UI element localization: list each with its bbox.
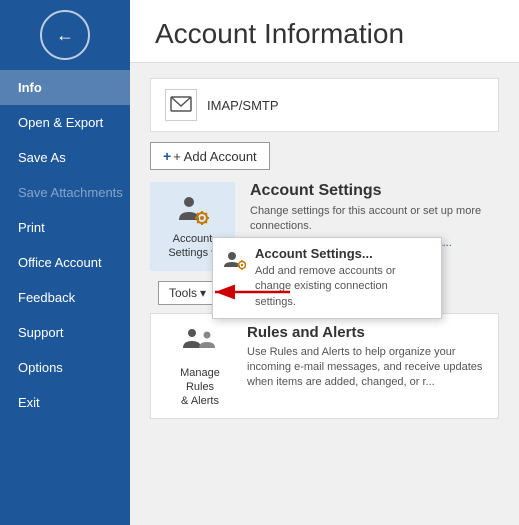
sidebar-item-exit[interactable]: Exit xyxy=(0,385,130,420)
sidebar-item-save-attachments: Save Attachments xyxy=(0,175,130,210)
sidebar-item-options[interactable]: Options xyxy=(0,350,130,385)
add-icon: + xyxy=(163,148,171,164)
sidebar-item-open-export[interactable]: Open & Export xyxy=(0,105,130,140)
sidebar-item-feedback[interactable]: Feedback xyxy=(0,280,130,315)
dropdown-title: Account Settings... xyxy=(255,246,431,261)
account-settings-section: AccountSettings ▾ Account Settings Chang… xyxy=(150,182,499,271)
rules-text: Rules and Alerts Use Rules and Alerts to… xyxy=(247,324,484,391)
back-icon: ← xyxy=(56,25,74,46)
account-settings-icon xyxy=(175,192,211,228)
account-settings-btn-label: AccountSettings ▾ xyxy=(168,232,216,261)
page-title: Account Information xyxy=(130,0,519,63)
rules-description: Use Rules and Alerts to help organize yo… xyxy=(247,345,484,391)
manage-rules-button[interactable]: Manage Rules& Alerts xyxy=(165,324,235,409)
sidebar-item-office-account[interactable]: Office Account xyxy=(0,245,130,280)
account-settings-title: Account Settings xyxy=(250,182,499,200)
account-settings-description: Change settings for this account or set … xyxy=(250,204,499,235)
arrow-indicator xyxy=(205,277,295,312)
rules-section: Manage Rules& Alerts Rules and Alerts Us… xyxy=(150,313,499,420)
imap-icon xyxy=(170,94,192,116)
sidebar-item-print[interactable]: Print xyxy=(0,210,130,245)
manage-rules-label: Manage Rules& Alerts xyxy=(165,366,235,409)
back-button[interactable]: ← xyxy=(40,10,90,60)
rules-icon xyxy=(181,324,219,362)
add-account-label: + Add Account xyxy=(173,149,256,164)
sidebar-item-save-as[interactable]: Save As xyxy=(0,140,130,175)
sidebar: ← Info Open & Export Save As Save Attach… xyxy=(0,0,130,525)
sidebar-item-support[interactable]: Support xyxy=(0,315,130,350)
sidebar-item-info[interactable]: Info xyxy=(0,70,130,105)
add-account-button[interactable]: + + Add Account xyxy=(150,142,270,170)
dropdown-settings-icon xyxy=(223,248,247,272)
rules-title: Rules and Alerts xyxy=(247,324,484,341)
tools-label: Tools xyxy=(169,286,197,300)
main-panel: Account Information IMAP/SMTP + + Add Ac… xyxy=(130,0,519,525)
main-content: IMAP/SMTP + + Add Account xyxy=(130,63,519,434)
account-type-label: IMAP/SMTP xyxy=(207,98,279,113)
account-type-icon xyxy=(165,89,197,121)
account-box: IMAP/SMTP xyxy=(150,78,499,132)
sidebar-nav: Info Open & Export Save As Save Attachme… xyxy=(0,70,130,420)
